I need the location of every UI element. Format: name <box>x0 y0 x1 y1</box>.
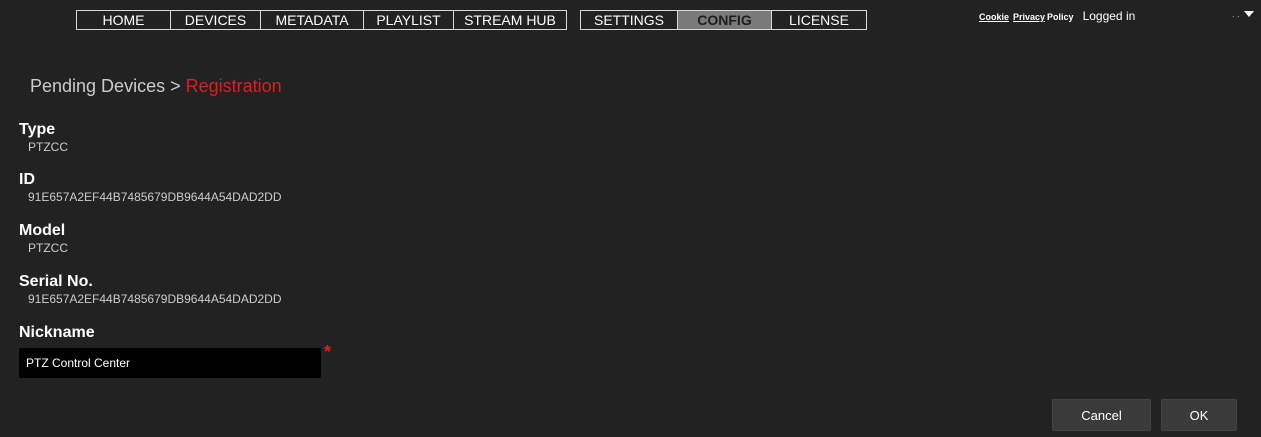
model-label: Model <box>19 222 66 239</box>
field-serial: Serial No. 91E657A2EF44B7485679DB9644A54… <box>19 273 282 307</box>
nav-home[interactable]: HOME <box>77 11 170 29</box>
nav-metadata[interactable]: METADATA <box>260 11 363 29</box>
breadcrumb-separator: > <box>165 76 186 96</box>
type-value: PTZCC <box>28 140 68 154</box>
nickname-label: Nickname <box>19 324 95 341</box>
nav-devices[interactable]: DEVICES <box>170 11 260 29</box>
required-marker: * <box>324 342 332 362</box>
header-links: Cookie Privacy Policy Logged in <box>979 9 1135 23</box>
serial-value: 91E657A2EF44B7485679DB9644A54DAD2DD <box>28 292 282 306</box>
privacy-link[interactable]: Privacy <box>1013 12 1045 22</box>
field-model: Model PTZCC <box>19 222 68 256</box>
ok-button[interactable]: OK <box>1161 399 1237 431</box>
chevron-down-icon[interactable] <box>1243 11 1254 17</box>
model-value: PTZCC <box>28 241 68 255</box>
nickname-input[interactable] <box>19 348 321 378</box>
breadcrumb-current: Registration <box>185 76 282 96</box>
user-menu[interactable]: . . <box>1232 9 1254 19</box>
id-label: ID <box>19 171 35 188</box>
serial-label: Serial No. <box>19 273 93 290</box>
breadcrumb: Pending Devices > Registration <box>30 75 282 97</box>
user-name: . . <box>1232 9 1240 19</box>
nav-stream-hub[interactable]: STREAM HUB <box>453 11 566 29</box>
cancel-button[interactable]: Cancel <box>1052 399 1151 431</box>
policy-link[interactable]: Policy <box>1047 12 1074 22</box>
nav-playlist[interactable]: PLAYLIST <box>363 11 453 29</box>
top-navigation-bar: HOME DEVICES METADATA PLAYLIST STREAM HU… <box>0 0 1261 32</box>
breadcrumb-parent[interactable]: Pending Devices <box>30 76 165 96</box>
field-nickname: Nickname <box>19 324 95 342</box>
nav-license[interactable]: LICENSE <box>771 11 866 29</box>
login-status: Logged in <box>1082 9 1136 23</box>
cookie-link[interactable]: Cookie <box>979 12 1009 22</box>
nav-settings[interactable]: SETTINGS <box>581 11 677 29</box>
nav-config[interactable]: CONFIG <box>677 11 771 29</box>
main-nav: HOME DEVICES METADATA PLAYLIST STREAM HU… <box>76 10 867 30</box>
id-value: 91E657A2EF44B7485679DB9644A54DAD2DD <box>28 190 282 204</box>
nav-group-admin: SETTINGS CONFIG LICENSE <box>580 10 867 30</box>
field-type: Type PTZCC <box>19 121 68 155</box>
nav-group-primary: HOME DEVICES METADATA PLAYLIST STREAM HU… <box>76 10 567 30</box>
field-id: ID 91E657A2EF44B7485679DB9644A54DAD2DD <box>19 171 282 205</box>
registration-page: HOME DEVICES METADATA PLAYLIST STREAM HU… <box>0 0 1261 437</box>
type-label: Type <box>19 121 56 138</box>
